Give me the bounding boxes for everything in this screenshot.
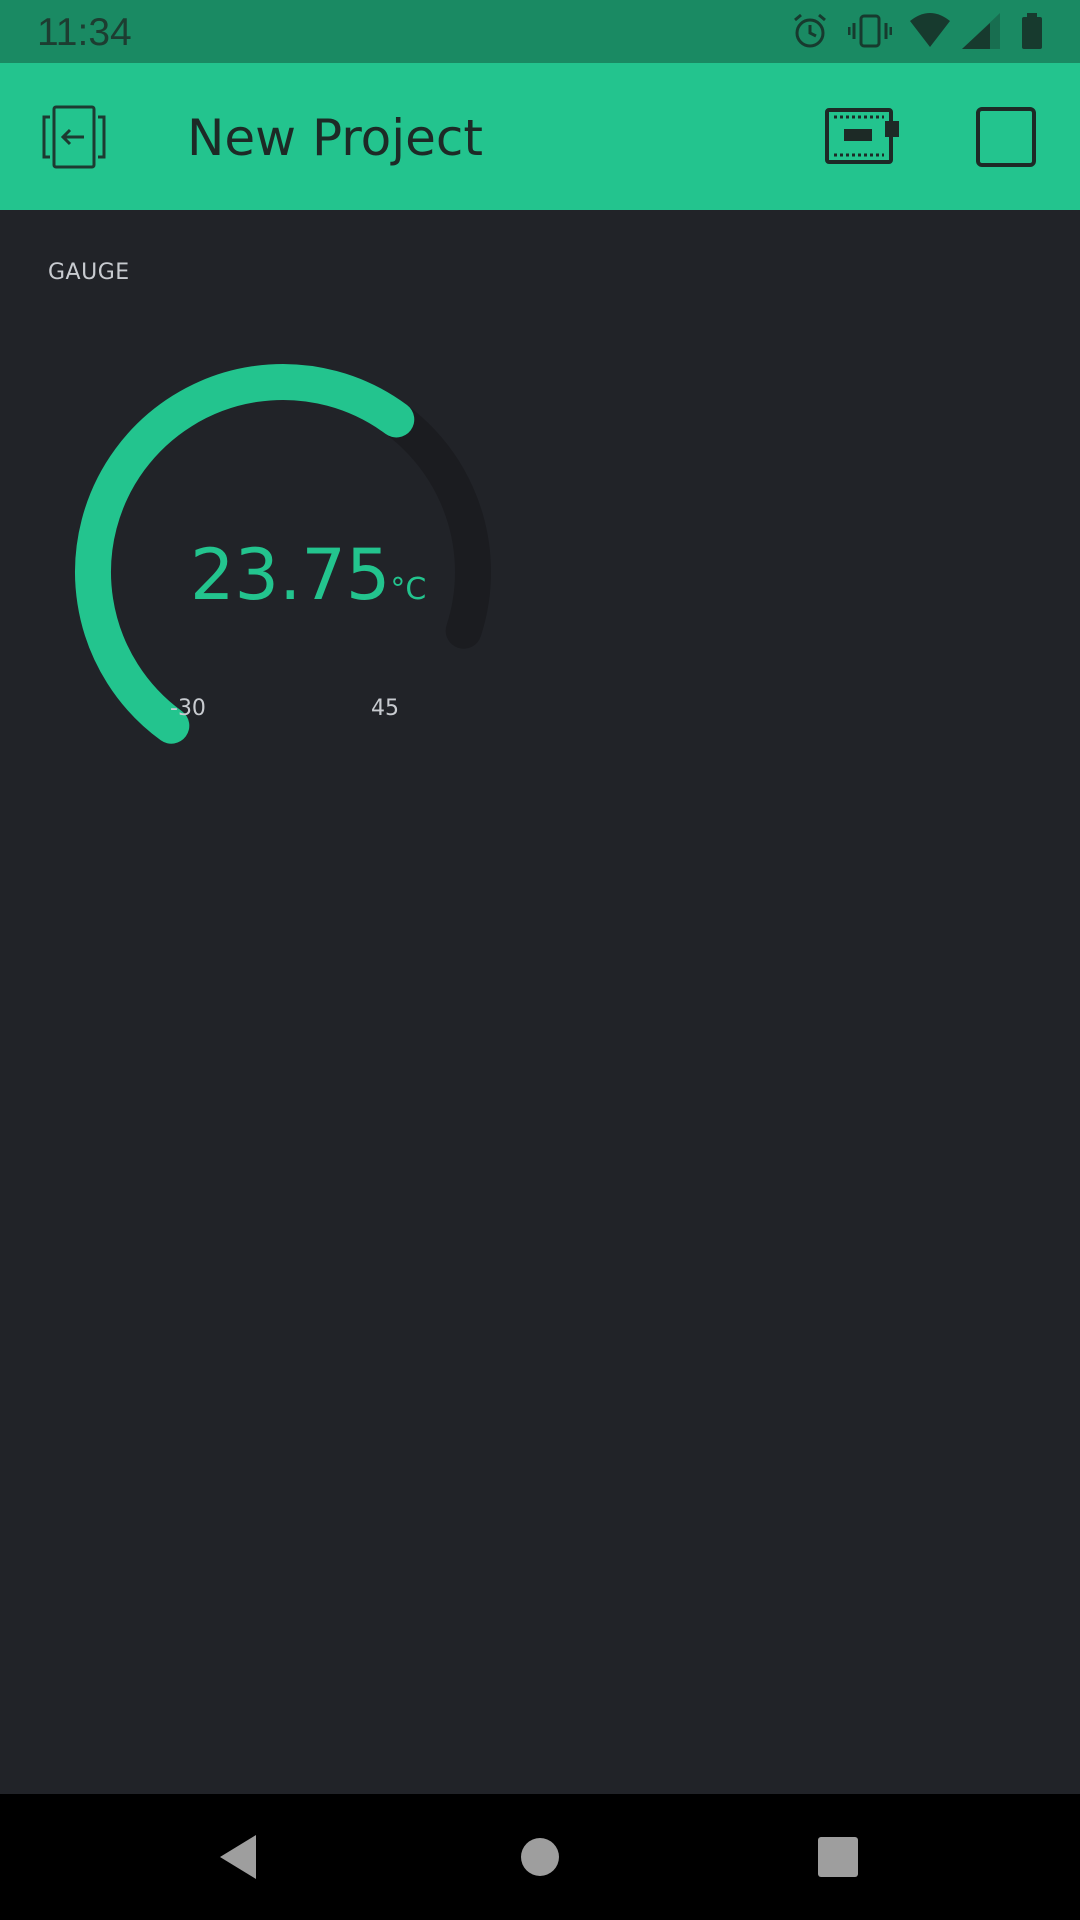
- gauge-value: 23.75°C: [190, 530, 426, 635]
- page-title: New Project: [187, 109, 484, 167]
- gauge-min-label: -30: [170, 696, 206, 721]
- back-triangle-icon[interactable]: [208, 1827, 268, 1887]
- vibrate-icon: [848, 14, 892, 48]
- gauge-value-number: 23.75: [190, 534, 391, 616]
- status-time: 11:34: [37, 11, 132, 54]
- app-bar: New Project: [0, 63, 1080, 210]
- device-board-icon[interactable]: [824, 107, 902, 167]
- signal-icon: [962, 13, 1000, 49]
- navigation-bar: [0, 1794, 1080, 1920]
- battery-icon: [1022, 13, 1042, 49]
- home-circle-icon[interactable]: [510, 1827, 570, 1887]
- wifi-icon: [910, 13, 950, 47]
- alarm-icon: [794, 13, 826, 48]
- gauge-widget[interactable]: 23.75°C -30 45: [40, 270, 540, 890]
- gauge-max-label: 45: [371, 696, 399, 721]
- recents-square-icon[interactable]: [808, 1827, 868, 1887]
- exit-project-icon[interactable]: [40, 103, 108, 171]
- play-square-icon[interactable]: [974, 105, 1038, 169]
- gauge-value-unit: °C: [390, 572, 427, 607]
- status-bar: 11:34: [0, 0, 1080, 63]
- project-canvas: GAUGE 23.75°C -30 45: [0, 210, 1080, 1794]
